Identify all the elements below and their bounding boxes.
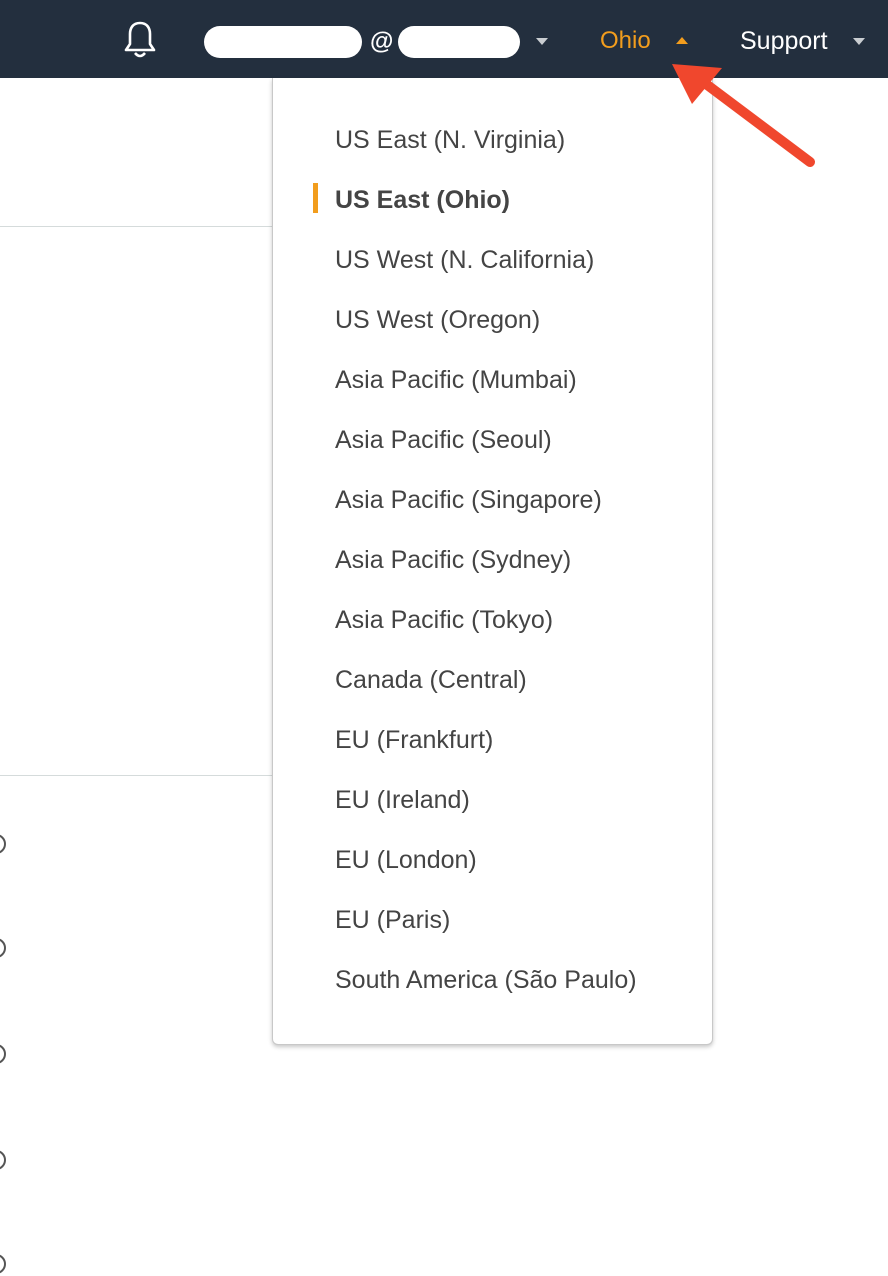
radio-button[interactable] (0, 1044, 6, 1064)
content-divider (0, 775, 272, 776)
region-option[interactable]: Asia Pacific (Mumbai) (335, 360, 577, 400)
radio-button[interactable] (0, 1254, 6, 1274)
region-option[interactable]: Asia Pacific (Singapore) (335, 480, 602, 520)
region-menu-button[interactable]: Ohio (600, 26, 651, 56)
chevron-up-icon[interactable] (676, 37, 688, 44)
chevron-down-icon[interactable] (853, 38, 865, 45)
radio-button[interactable] (0, 834, 6, 854)
region-dropdown: US East (N. Virginia) US East (Ohio) US … (272, 78, 713, 1045)
region-option[interactable]: EU (Ireland) (335, 780, 470, 820)
support-menu-button[interactable]: Support (740, 26, 828, 56)
redacted-account-name (204, 26, 362, 58)
selected-indicator (313, 183, 318, 213)
redacted-account-id (398, 26, 520, 58)
region-option[interactable]: US West (N. California) (335, 240, 594, 280)
content-divider (0, 226, 272, 227)
chevron-down-icon (536, 38, 548, 45)
region-option[interactable]: US East (N. Virginia) (335, 120, 565, 160)
bell-icon[interactable] (122, 20, 158, 60)
region-option[interactable]: Asia Pacific (Sydney) (335, 540, 571, 580)
region-option[interactable]: Asia Pacific (Seoul) (335, 420, 552, 460)
region-option-selected[interactable]: US East (Ohio) (335, 180, 510, 220)
radio-button[interactable] (0, 1150, 6, 1170)
region-option[interactable]: EU (Frankfurt) (335, 720, 493, 760)
region-option[interactable]: US West (Oregon) (335, 300, 540, 340)
annotation-arrow (672, 64, 815, 167)
region-option[interactable]: EU (London) (335, 840, 477, 880)
region-option[interactable]: EU (Paris) (335, 900, 450, 940)
support-label: Support (740, 27, 828, 55)
region-option[interactable]: Canada (Central) (335, 660, 527, 700)
region-option[interactable]: Asia Pacific (Tokyo) (335, 600, 553, 640)
region-label: Ohio (600, 27, 651, 54)
account-at-sign: @ (370, 28, 394, 55)
radio-button[interactable] (0, 938, 6, 958)
region-option[interactable]: South America (São Paulo) (335, 960, 637, 1000)
